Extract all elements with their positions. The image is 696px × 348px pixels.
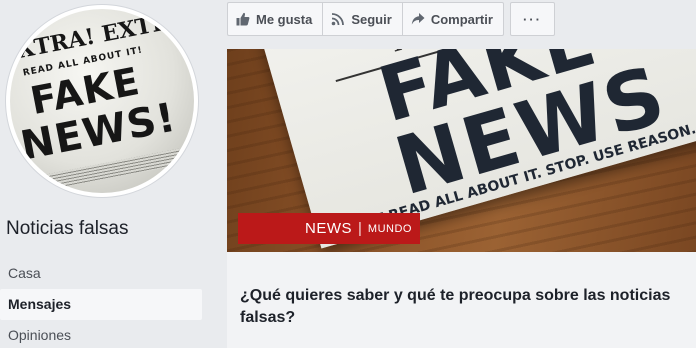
page-nav: Casa Mensajes Opiniones bbox=[0, 258, 202, 348]
post-link-preview[interactable]: ¿Qué quieres saber y qué te preocupa sob… bbox=[227, 252, 696, 348]
share-label: Compartir bbox=[430, 11, 493, 27]
badge-separator: | bbox=[358, 220, 362, 237]
like-label: Me gusta bbox=[256, 11, 313, 27]
page-title[interactable]: Noticias falsas bbox=[6, 218, 129, 240]
more-dots-icon: ··· bbox=[522, 11, 542, 27]
post-title-line-1: ¿Qué quieres saber y qué te preocupa sob… bbox=[240, 287, 671, 304]
profile-picture-image: XTRA! EXTRA! READ ALL ABOUT IT! FAKE NEW… bbox=[10, 9, 194, 193]
nav-item-mensajes[interactable]: Mensajes bbox=[0, 289, 202, 320]
nav-item-casa[interactable]: Casa bbox=[0, 258, 202, 289]
post-title-line-2: falsas? bbox=[240, 309, 296, 326]
post-card[interactable]: The Da FAKE NEWS DON'T READ ALL ABOUT IT… bbox=[227, 49, 696, 348]
follow-button[interactable]: Seguir bbox=[322, 2, 402, 36]
badge-section-label: MUNDO bbox=[367, 222, 412, 235]
bbc-news-badge: NEWS | MUNDO bbox=[238, 213, 420, 244]
badge-news-label: NEWS bbox=[305, 220, 352, 237]
share-button[interactable]: Compartir bbox=[401, 2, 504, 36]
left-column: XTRA! EXTRA! READ ALL ABOUT IT! FAKE NEW… bbox=[0, 0, 213, 348]
post-link-title[interactable]: ¿Qué quieres saber y qué te preocupa sob… bbox=[240, 285, 696, 329]
more-options-button[interactable]: ··· bbox=[509, 2, 555, 36]
share-arrow-icon bbox=[411, 13, 425, 25]
nav-item-opiniones[interactable]: Opiniones bbox=[0, 320, 202, 348]
page-profile-picture[interactable]: XTRA! EXTRA! READ ALL ABOUT IT! FAKE NEW… bbox=[6, 5, 198, 197]
thumbs-up-icon bbox=[236, 12, 250, 26]
post-image[interactable]: The Da FAKE NEWS DON'T READ ALL ABOUT IT… bbox=[227, 49, 696, 252]
follow-label: Seguir bbox=[351, 11, 392, 27]
rss-follow-icon bbox=[332, 13, 345, 26]
like-button[interactable]: Me gusta bbox=[227, 2, 323, 36]
page-action-bar: Me gusta Seguir Compartir ··· bbox=[227, 2, 555, 37]
